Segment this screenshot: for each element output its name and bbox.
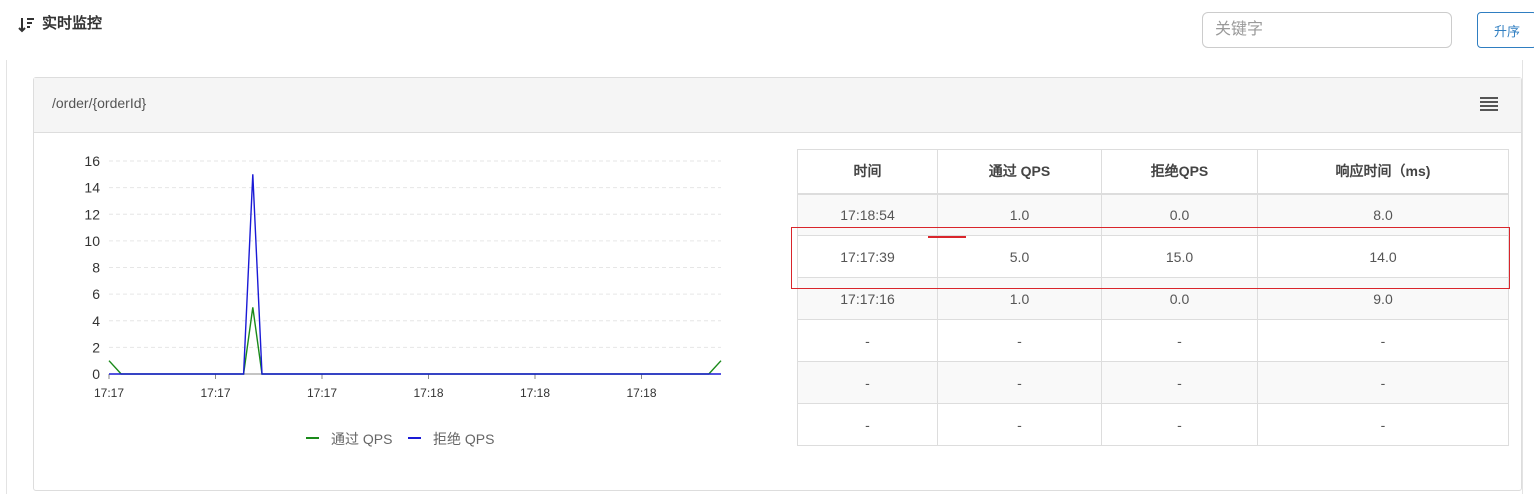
cell-pass-qps: 1.0	[937, 277, 1102, 320]
legend-label: 通过 QPS	[331, 431, 392, 447]
x-tick-label: 17:17	[307, 386, 337, 400]
y-tick-label: 6	[92, 286, 100, 302]
series-line-1	[109, 174, 721, 375]
table-row: 17:17:39 5.0 15.0 14.0	[797, 235, 1509, 278]
x-tick-label: 17:18	[520, 386, 550, 400]
cell-block-qps: -	[1101, 403, 1258, 446]
cell-block-qps: -	[1101, 319, 1258, 362]
cell-time: -	[797, 361, 938, 404]
cell-time: 17:17:39	[797, 235, 938, 278]
legend-label: 拒绝 QPS	[433, 431, 494, 447]
y-tick-label: 10	[84, 233, 100, 249]
y-tick-label: 16	[84, 153, 100, 169]
cell-block-qps: -	[1101, 361, 1258, 404]
col-header-pass-qps: 通过 QPS	[937, 149, 1102, 195]
cell-time: -	[797, 319, 938, 362]
table-row: - - - -	[797, 403, 1509, 446]
menu-icon[interactable]	[1480, 97, 1498, 111]
panel-header: /order/{orderId}	[34, 78, 1521, 133]
cell-rt: -	[1257, 361, 1509, 404]
x-tick-label: 17:17	[200, 386, 230, 400]
cell-pass-qps: 5.0	[937, 235, 1102, 278]
table-row: 17:17:16 1.0 0.0 9.0	[797, 277, 1509, 320]
y-tick-label: 14	[84, 180, 100, 196]
container-border-right	[1522, 60, 1523, 494]
table-row: - - - -	[797, 319, 1509, 362]
cell-rt: 14.0	[1257, 235, 1509, 278]
cell-time: 17:17:16	[797, 277, 938, 320]
x-tick-label: 17:18	[413, 386, 443, 400]
cell-pass-qps: 1.0	[937, 193, 1102, 236]
x-tick-label: 17:18	[626, 386, 656, 400]
cell-rt: -	[1257, 403, 1509, 446]
col-header-time: 时间	[797, 149, 938, 195]
series-line-0	[108, 307, 722, 375]
cell-time: 17:18:54	[797, 193, 938, 236]
cell-pass-qps: -	[937, 403, 1102, 446]
resource-title: /order/{orderId}	[52, 95, 147, 111]
sort-ascending-button[interactable]: 升序	[1477, 12, 1534, 48]
cell-pass-qps: -	[937, 319, 1102, 362]
cell-block-qps: 0.0	[1101, 193, 1258, 236]
container-border-left	[6, 60, 7, 494]
x-tick-label: 17:17	[94, 386, 124, 400]
sort-desc-icon	[18, 18, 34, 33]
qps-line-chart: 0 2 4 6 8 10 12 14 16 17:17 17:17 17:17 17:18 17:18 17…	[84, 153, 722, 447]
y-tick-label: 8	[92, 260, 100, 276]
metrics-table: 时间 通过 QPS 拒绝QPS 响应时间（ms) 17:18:54 1.0 0.…	[797, 149, 1509, 446]
col-header-block-qps: 拒绝QPS	[1101, 149, 1258, 195]
table-row: - - - -	[797, 361, 1509, 404]
cell-rt: -	[1257, 319, 1509, 362]
y-tick-label: 2	[92, 339, 100, 355]
cell-block-qps: 15.0	[1101, 235, 1258, 278]
cell-rt: 8.0	[1257, 193, 1509, 236]
y-tick-label: 12	[84, 206, 100, 222]
col-header-rt: 响应时间（ms)	[1257, 149, 1509, 195]
cell-block-qps: 0.0	[1101, 277, 1258, 320]
table-header-row: 时间 通过 QPS 拒绝QPS 响应时间（ms)	[797, 149, 1509, 195]
y-tick-label: 4	[92, 313, 100, 329]
table-row: 17:18:54 1.0 0.0 8.0	[797, 193, 1509, 236]
page-title: 实时监控	[42, 15, 103, 32]
cell-time: -	[797, 403, 938, 446]
annotation-mark	[928, 236, 966, 238]
y-tick-label: 0	[92, 366, 100, 382]
cell-pass-qps: -	[937, 361, 1102, 404]
keyword-search-input[interactable]	[1202, 12, 1452, 48]
cell-rt: 9.0	[1257, 277, 1509, 320]
